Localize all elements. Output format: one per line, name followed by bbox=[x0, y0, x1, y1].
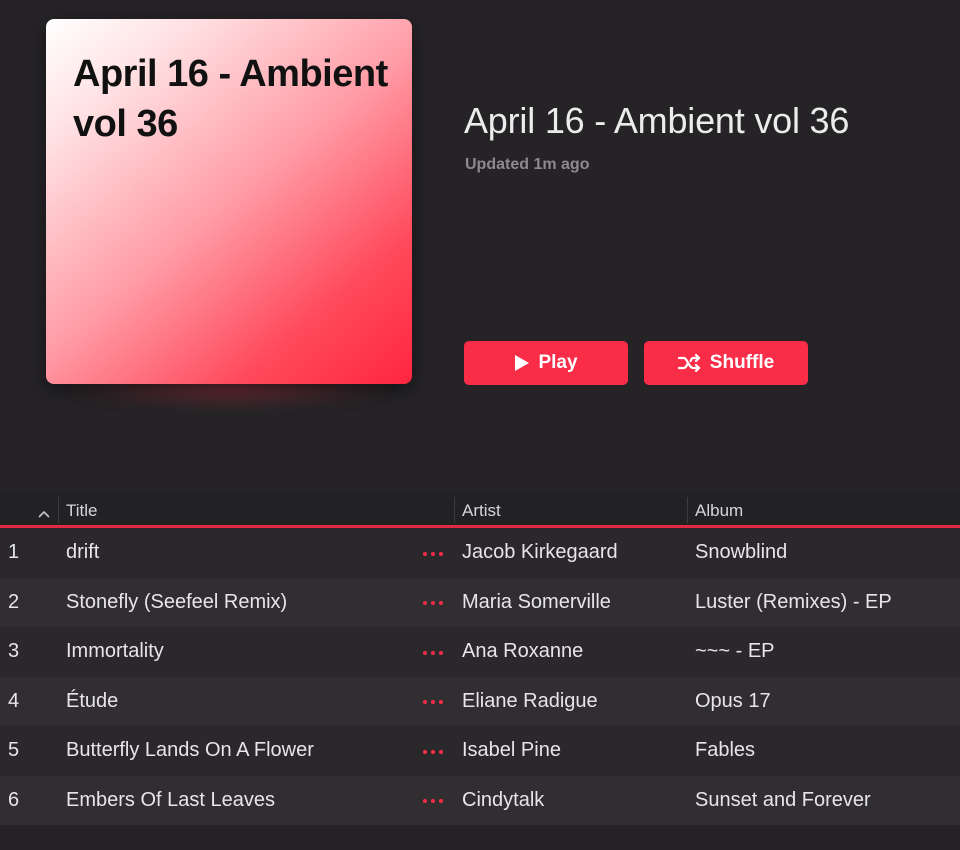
table-header: Title Artist Album bbox=[0, 493, 960, 528]
table-row[interactable]: 3 Immortality Ana Roxanne ~~~ - EP bbox=[0, 627, 960, 677]
track-title: Embers Of Last Leaves bbox=[66, 788, 275, 811]
track-album[interactable]: ~~~ - EP bbox=[695, 627, 775, 677]
more-options-icon[interactable] bbox=[423, 677, 443, 727]
track-album[interactable]: Snowblind bbox=[695, 528, 787, 578]
play-icon bbox=[514, 354, 530, 372]
table-row[interactable]: 2 Stonefly (Seefeel Remix) Maria Somervi… bbox=[0, 577, 960, 628]
track-table: Title Artist Album 1 drift Jacob Kirkega… bbox=[0, 493, 960, 825]
playlist-page: April 16 - Ambient vol 36 April 16 - Amb… bbox=[0, 0, 960, 850]
playlist-artwork[interactable]: April 16 - Ambient vol 36 bbox=[46, 19, 412, 384]
more-options-icon[interactable] bbox=[423, 726, 443, 776]
track-artist[interactable]: Ana Roxanne bbox=[462, 627, 583, 677]
track-artist[interactable]: Maria Somerville bbox=[462, 578, 611, 628]
table-row[interactable]: 1 drift Jacob Kirkegaard Snowblind bbox=[0, 528, 960, 578]
track-artist[interactable]: Eliane Radigue bbox=[462, 677, 598, 727]
shuffle-button-label: Shuffle bbox=[709, 352, 775, 373]
track-title: drift bbox=[66, 541, 100, 563]
column-header-album[interactable]: Album bbox=[695, 493, 743, 528]
track-number: 5 bbox=[8, 739, 20, 761]
track-album[interactable]: Fables bbox=[695, 726, 755, 776]
track-number: 2 bbox=[8, 590, 20, 613]
shuffle-button[interactable]: Shuffle bbox=[644, 341, 808, 385]
column-divider[interactable] bbox=[687, 497, 688, 523]
table-row[interactable]: 5 Butterfly Lands On A Flower Isabel Pin… bbox=[0, 726, 960, 776]
more-options-icon[interactable] bbox=[423, 776, 443, 826]
track-artist[interactable]: Cindytalk bbox=[462, 776, 544, 826]
track-album[interactable]: Luster (Remixes) - EP bbox=[695, 578, 892, 628]
column-divider[interactable] bbox=[58, 497, 59, 523]
track-number: 4 bbox=[8, 689, 20, 712]
sort-ascending-icon[interactable] bbox=[38, 505, 50, 523]
playlist-title: April 16 - Ambient vol 36 bbox=[464, 100, 850, 141]
shuffle-icon bbox=[677, 354, 702, 372]
track-number: 3 bbox=[8, 640, 20, 662]
track-title: Butterfly Lands On A Flower bbox=[66, 739, 314, 761]
more-options-icon[interactable] bbox=[423, 578, 443, 628]
track-title: Étude bbox=[66, 689, 119, 712]
play-button[interactable]: Play bbox=[464, 341, 628, 385]
table-row[interactable]: 6 Embers Of Last Leaves Cindytalk Sunset… bbox=[0, 775, 960, 826]
more-options-icon[interactable] bbox=[423, 528, 443, 578]
column-header-title[interactable]: Title bbox=[66, 493, 98, 528]
track-title: Immortality bbox=[66, 640, 164, 662]
track-artist[interactable]: Jacob Kirkegaard bbox=[462, 528, 618, 578]
play-button-label: Play bbox=[538, 352, 578, 373]
column-header-artist[interactable]: Artist bbox=[462, 493, 501, 528]
track-album[interactable]: Sunset and Forever bbox=[695, 776, 871, 826]
more-options-icon[interactable] bbox=[423, 627, 443, 677]
track-artist[interactable]: Isabel Pine bbox=[462, 726, 561, 776]
track-title: Stonefly (Seefeel Remix) bbox=[66, 590, 288, 613]
artwork-text: April 16 - Ambient vol 36 bbox=[73, 53, 388, 145]
updated-status: Updated 1m ago bbox=[465, 156, 590, 173]
track-album[interactable]: Opus 17 bbox=[695, 677, 771, 727]
track-number: 6 bbox=[8, 788, 20, 811]
table-row[interactable]: 4 Étude Eliane Radigue Opus 17 bbox=[0, 676, 960, 727]
column-divider[interactable] bbox=[454, 497, 455, 523]
track-number: 1 bbox=[8, 541, 20, 563]
